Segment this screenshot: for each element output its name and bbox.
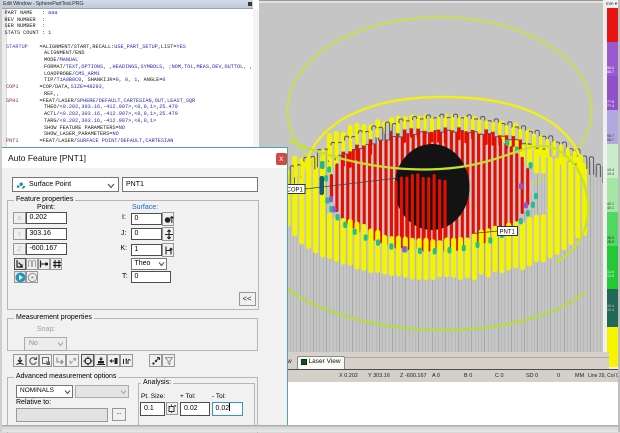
- svg-text:COP1: COP1: [287, 188, 304, 194]
- svg-text:PNT1: PNT1: [500, 230, 516, 236]
